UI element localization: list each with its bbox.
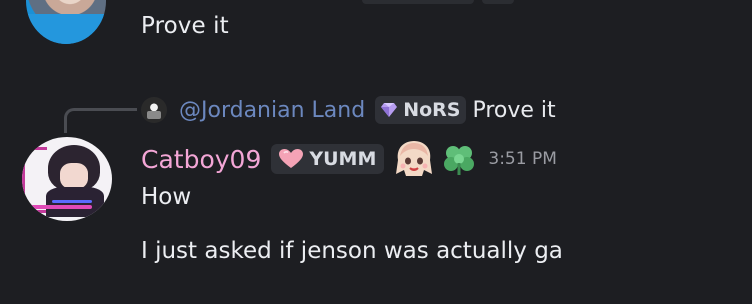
reply-reference[interactable]: @Jordanian Land NoRS Prove it [141, 94, 556, 126]
avatar-decoration-bar [30, 205, 92, 209]
author-tag-label: YUMM [309, 148, 377, 170]
message-header: Catboy09 YUMM 3:51 PM [141, 140, 557, 178]
partial-top-element [362, 0, 474, 4]
author-tag[interactable]: YUMM [271, 144, 385, 174]
reply-user-tag[interactable]: NoRS [375, 96, 467, 124]
reply-spine-line [64, 108, 137, 133]
chat-view: Prove it @Jordanian Land NoRS Prove it C… [0, 0, 752, 304]
avatar-face [60, 163, 88, 189]
message-line: How [141, 184, 192, 210]
green-clover-icon[interactable] [442, 143, 476, 175]
reply-username[interactable]: @Jordanian Land [179, 98, 365, 123]
previous-message-text: Prove it [141, 13, 229, 39]
reply-avatar[interactable] [141, 97, 167, 123]
message-line: I just asked if jenson was actually ga [141, 238, 563, 264]
previous-message-avatar[interactable] [26, 0, 106, 44]
purple-gem-icon [381, 103, 398, 117]
pink-heart-icon [279, 149, 304, 168]
partial-top-element [482, 0, 514, 4]
avatar-decoration [22, 147, 47, 213]
reply-preview-text[interactable]: Prove it [472, 98, 555, 123]
message-timestamp[interactable]: 3:51 PM [488, 149, 557, 169]
avatar-shirt [26, 14, 106, 44]
avatar-decoration-bar [52, 200, 92, 203]
author-avatar[interactable] [22, 137, 112, 221]
anime-girl-emoji[interactable] [394, 140, 434, 178]
reply-tag-label: NoRS [403, 99, 461, 121]
author-username[interactable]: Catboy09 [141, 145, 261, 174]
